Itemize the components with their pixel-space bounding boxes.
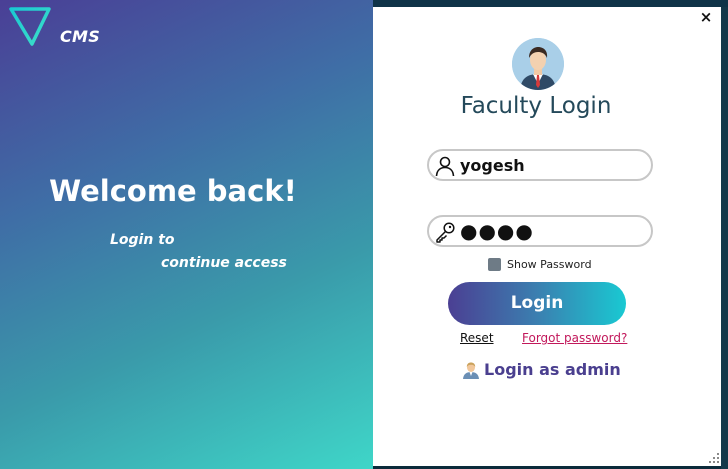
password-value: ●●●● xyxy=(460,219,534,243)
password-field[interactable]: ●●●● xyxy=(427,215,653,247)
username-field[interactable]: yogesh xyxy=(427,149,653,181)
window-right-edge xyxy=(721,7,728,469)
welcome-subtitle-line2: continue access xyxy=(161,255,287,271)
welcome-subtitle-line1: Login to xyxy=(110,232,175,248)
window-top-edge xyxy=(373,0,728,7)
close-button[interactable]: × xyxy=(697,8,715,26)
login-title: Faculty Login xyxy=(460,93,612,119)
forgot-password-link[interactable]: Forgot password? xyxy=(522,331,627,345)
brand-name: CMS xyxy=(60,27,101,46)
show-password-label: Show Password xyxy=(507,258,592,271)
welcome-panel: CMS Welcome back! Login to continue acce… xyxy=(0,0,373,469)
reset-link[interactable]: Reset xyxy=(460,331,494,345)
key-icon xyxy=(436,222,455,243)
faculty-avatar-icon xyxy=(512,38,564,90)
resize-grip-icon[interactable] xyxy=(708,452,720,464)
login-button[interactable]: Login xyxy=(448,282,626,325)
triangle-logo-icon xyxy=(9,7,51,46)
login-as-admin-label: Login as admin xyxy=(484,360,621,379)
welcome-heading: Welcome back! xyxy=(49,174,297,208)
admin-icon xyxy=(463,362,479,379)
show-password-checkbox[interactable] xyxy=(488,258,501,271)
user-icon xyxy=(435,156,455,177)
username-value: yogesh xyxy=(460,156,525,175)
